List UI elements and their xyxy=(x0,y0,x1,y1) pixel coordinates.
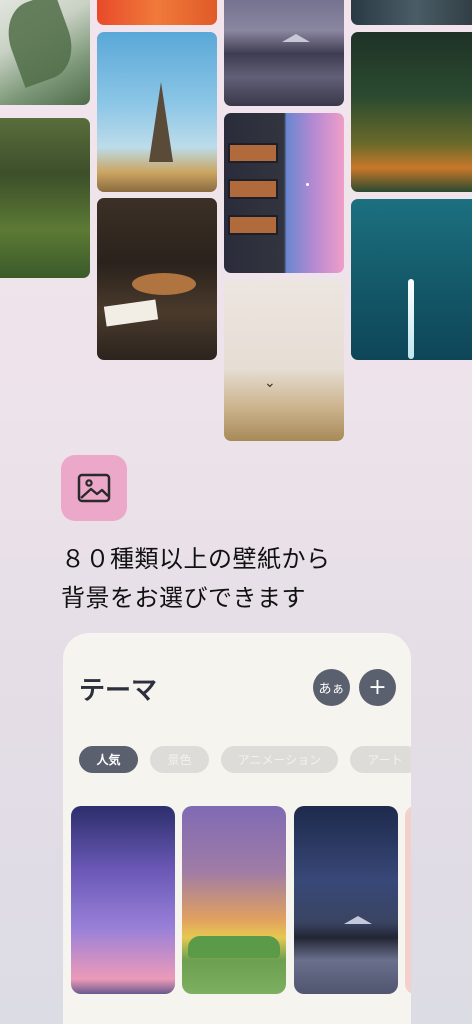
chip-popular[interactable]: 人気 xyxy=(79,746,138,773)
headline-line-1: ８０種類以上の壁紙から xyxy=(61,545,331,573)
headline-line-2: 背景をお選びできます xyxy=(61,584,306,612)
mountain-peak-shape xyxy=(282,34,310,42)
add-button[interactable]: + xyxy=(359,669,396,706)
wallpaper-plant xyxy=(0,0,90,105)
mountain-peak-shape xyxy=(344,916,372,924)
feature-headline: ８０種類以上の壁紙から 背景をお選びできます xyxy=(61,540,421,618)
wallpaper-building-dusk xyxy=(224,113,344,273)
wallpaper-desert-bird: ⌄ xyxy=(224,280,344,441)
wallpaper-orange-abstract xyxy=(97,0,217,25)
eiffel-tower-shape xyxy=(149,82,173,162)
wallpaper-autumn-trees xyxy=(351,32,472,192)
wallpaper-forest xyxy=(0,118,90,278)
trees-shape xyxy=(188,936,280,958)
wallpaper-rock-cliff xyxy=(351,0,472,25)
theme-card: テーマ あぁ + 人気 景色 アニメーション アート xyxy=(63,633,411,1024)
book-shape xyxy=(103,299,159,327)
wallpaper-partial[interactable] xyxy=(405,806,411,994)
wallpaper-ocean-boat xyxy=(351,199,472,360)
wallpaper-night-mountain[interactable] xyxy=(294,806,398,994)
category-chips: 人気 景色 アニメーション アート xyxy=(79,746,411,773)
leaf-shape xyxy=(0,0,82,88)
moon-shape xyxy=(306,183,309,186)
font-button[interactable]: あぁ xyxy=(313,669,350,706)
window-shape xyxy=(228,143,278,163)
wallpaper-cafe xyxy=(97,198,217,360)
window-shape xyxy=(228,215,278,235)
wallpaper-galaxy[interactable] xyxy=(71,806,175,994)
image-icon xyxy=(61,455,127,521)
chip-scenery[interactable]: 景色 xyxy=(150,746,209,773)
chip-animation[interactable]: アニメーション xyxy=(221,746,338,773)
window-shape xyxy=(228,179,278,199)
bird-icon: ⌄ xyxy=(264,375,276,391)
chip-art[interactable]: アート xyxy=(350,746,411,773)
wallpaper-eiffel-tower xyxy=(97,32,217,192)
wallpaper-mountain-lake xyxy=(224,0,344,106)
wallpaper-sunset-meadow[interactable] xyxy=(182,806,286,994)
table-shape xyxy=(132,273,196,295)
theme-title: テーマ xyxy=(79,676,158,706)
boat-wake-shape xyxy=(408,279,414,359)
